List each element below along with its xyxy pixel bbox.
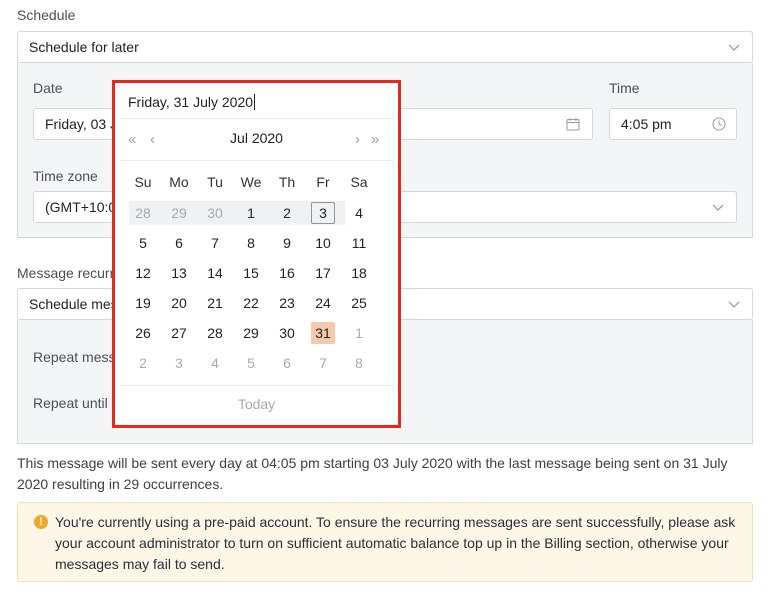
- calendar-day[interactable]: 6: [167, 232, 191, 254]
- divider: [120, 385, 393, 386]
- chevron-down-icon: [712, 204, 724, 211]
- calendar-day[interactable]: 27: [167, 322, 191, 344]
- weekday-header: Mo: [169, 174, 189, 190]
- repeat-message-label: Repeat messa: [33, 349, 124, 365]
- alert-message: You're currently using a pre-paid accoun…: [55, 514, 736, 572]
- repeat-until-label: Repeat until: [33, 395, 108, 411]
- prepaid-warning-alert: ! You're currently using a pre-paid acco…: [17, 502, 753, 582]
- calendar-day[interactable]: 19: [131, 292, 155, 314]
- chevron-down-icon: [728, 44, 740, 51]
- chevron-down-icon: [728, 301, 740, 308]
- calendar-day[interactable]: 6: [275, 352, 299, 374]
- timezone-select-value: (GMT+10:0: [45, 199, 117, 215]
- clock-icon[interactable]: [712, 117, 726, 131]
- calendar-day[interactable]: 31: [311, 322, 335, 344]
- today-button[interactable]: Today: [115, 396, 398, 412]
- calendar-day[interactable]: 17: [311, 262, 335, 284]
- recurrence-summary: This message will be sent every day at 0…: [17, 455, 728, 492]
- warning-icon: !: [34, 515, 48, 529]
- schedule-select-value: Schedule for later: [29, 39, 139, 55]
- calendar-day[interactable]: 25: [347, 292, 371, 314]
- calendar-day[interactable]: 12: [131, 262, 155, 284]
- schedule-label: Schedule: [17, 7, 76, 23]
- date-field-value: Friday, 03 J: [45, 116, 118, 132]
- calendar-day[interactable]: 8: [347, 352, 371, 374]
- calendar-day[interactable]: 4: [203, 352, 227, 374]
- next-year-icon[interactable]: »: [371, 131, 379, 148]
- calendar-day[interactable]: 5: [239, 352, 263, 374]
- calendar-day[interactable]: 30: [203, 202, 227, 224]
- calendar-day[interactable]: 9: [275, 232, 299, 254]
- calendar-day[interactable]: 20: [167, 292, 191, 314]
- calendar-day[interactable]: 3: [311, 202, 335, 224]
- calendar-day[interactable]: 30: [275, 322, 299, 344]
- calendar-day[interactable]: 2: [275, 202, 299, 224]
- divider: [120, 160, 393, 161]
- date-label: Date: [33, 80, 63, 96]
- calendar-day[interactable]: 5: [131, 232, 155, 254]
- calendar-day[interactable]: 8: [239, 232, 263, 254]
- calendar-day[interactable]: 24: [311, 292, 335, 314]
- recurrence-select-value: Schedule mes: [29, 296, 118, 312]
- date-picker-input[interactable]: Friday, 31 July 2020: [128, 94, 256, 110]
- calendar-day[interactable]: 29: [239, 322, 263, 344]
- weekday-header: Su: [134, 174, 152, 190]
- calendar-day[interactable]: 21: [203, 292, 227, 314]
- calendar-icon[interactable]: [566, 117, 580, 131]
- calendar-day[interactable]: 1: [239, 202, 263, 224]
- calendar-day[interactable]: 3: [167, 352, 191, 374]
- timezone-label: Time zone: [33, 168, 98, 184]
- calendar-day[interactable]: 7: [311, 352, 335, 374]
- time-field[interactable]: 4:05 pm: [609, 108, 737, 140]
- recurrence-label: Message recurr: [17, 265, 115, 281]
- calendar-day[interactable]: 2: [131, 352, 155, 374]
- time-field-value: 4:05 pm: [621, 116, 672, 132]
- calendar-day[interactable]: 10: [311, 232, 335, 254]
- calendar-day[interactable]: 23: [275, 292, 299, 314]
- time-label: Time: [609, 80, 640, 96]
- calendar-day[interactable]: 16: [275, 262, 299, 284]
- calendar-day[interactable]: 11: [347, 232, 371, 254]
- weekday-header: Sa: [350, 174, 368, 190]
- calendar-day[interactable]: 22: [239, 292, 263, 314]
- weekday-header: Tu: [207, 174, 223, 190]
- weekday-header: We: [240, 174, 262, 190]
- divider: [120, 118, 393, 119]
- calendar-day[interactable]: 18: [347, 262, 371, 284]
- next-month-icon[interactable]: ›: [355, 131, 360, 148]
- calendar-day[interactable]: 26: [131, 322, 155, 344]
- schedule-select[interactable]: Schedule for later: [17, 31, 753, 63]
- calendar-day[interactable]: 13: [167, 262, 191, 284]
- calendar-day[interactable]: 1: [347, 322, 371, 344]
- date-picker-input-value: Friday, 31 July 2020: [128, 94, 254, 110]
- date-picker-popup: Friday, 31 July 2020 « ‹ Jul 2020 › » Su…: [112, 80, 401, 428]
- weekday-header: Th: [278, 174, 296, 190]
- calendar-day[interactable]: 15: [239, 262, 263, 284]
- calendar-day[interactable]: 28: [131, 202, 155, 224]
- calendar-day[interactable]: 4: [347, 202, 371, 224]
- calendar-day[interactable]: 7: [203, 232, 227, 254]
- text-caret: [254, 94, 256, 110]
- calendar-day[interactable]: 14: [203, 262, 227, 284]
- calendar-day[interactable]: 28: [203, 322, 227, 344]
- calendar-day[interactable]: 29: [167, 202, 191, 224]
- weekday-header: Fr: [316, 174, 330, 190]
